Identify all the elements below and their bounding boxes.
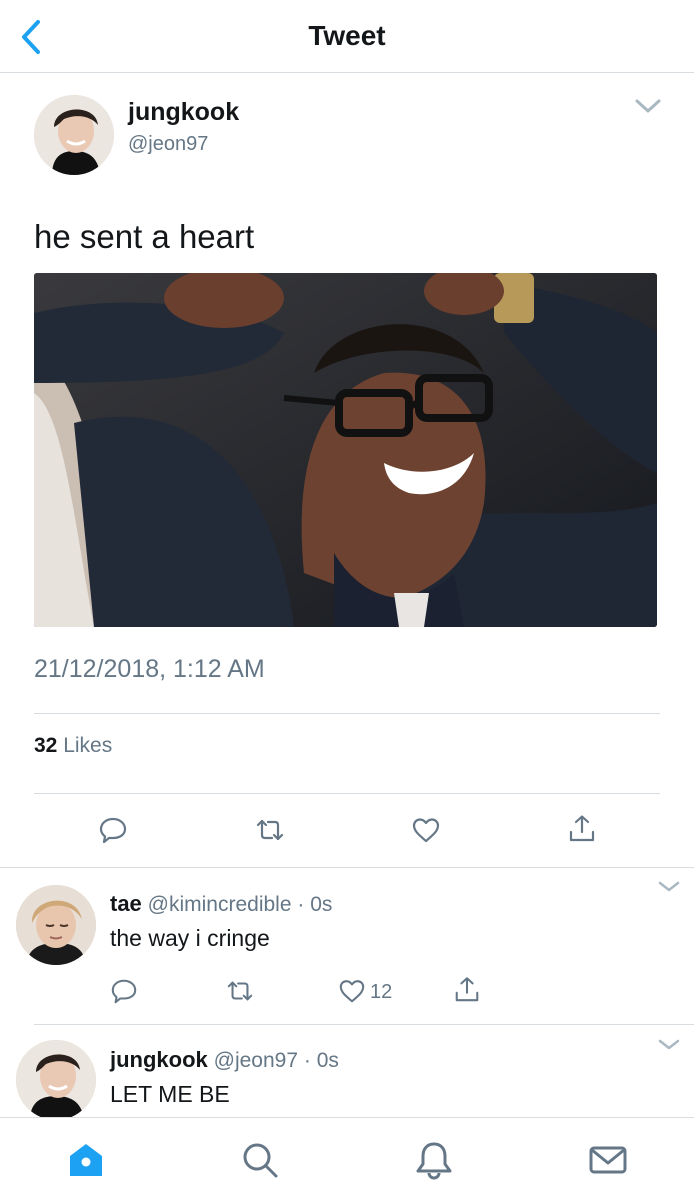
- reply-author-handle[interactable]: @jeon97: [214, 1049, 298, 1072]
- reply-header: jungkook @jeon97 · 0s: [110, 1047, 339, 1073]
- share-icon[interactable]: [453, 975, 481, 1003]
- divider: [34, 1024, 694, 1025]
- author-handle[interactable]: @jeon97: [128, 133, 208, 156]
- reply-author-name[interactable]: tae: [110, 891, 142, 916]
- divider: [0, 867, 694, 868]
- home-icon[interactable]: [66, 1140, 106, 1180]
- separator-dot: ·: [303, 1049, 311, 1072]
- like-count: 12: [370, 981, 393, 1003]
- reply-author-handle[interactable]: @kimincredible: [148, 893, 292, 916]
- page-title: Tweet: [308, 20, 386, 51]
- likes-label: Likes: [63, 734, 113, 757]
- reply-header: tae @kimincredible · 0s: [110, 891, 332, 917]
- bottom-tab-bar: [0, 1117, 694, 1201]
- reply-icon[interactable]: [98, 815, 128, 845]
- reply-time: 0s: [316, 1049, 339, 1072]
- heart-icon[interactable]: [411, 815, 441, 845]
- reply-text: LET ME BE: [110, 1081, 230, 1107]
- separator-dot: ·: [297, 893, 305, 916]
- mail-icon[interactable]: [588, 1140, 628, 1180]
- reply-icon[interactable]: [110, 977, 138, 1005]
- top-bar: Tweet: [0, 0, 694, 73]
- avatar[interactable]: [34, 95, 114, 175]
- author-name[interactable]: jungkook: [128, 98, 239, 127]
- likes-count: 32: [34, 734, 58, 757]
- retweet-icon[interactable]: [255, 815, 285, 845]
- bell-icon[interactable]: [414, 1140, 454, 1180]
- share-icon[interactable]: [567, 813, 597, 843]
- avatar[interactable]: [16, 885, 96, 965]
- heart-icon[interactable]: [338, 977, 366, 1005]
- divider: [34, 793, 660, 794]
- search-icon[interactable]: [240, 1140, 280, 1180]
- reply-time: 0s: [310, 893, 333, 916]
- reply-author-name[interactable]: jungkook: [110, 1047, 208, 1072]
- likes-stat[interactable]: 32 Likes: [34, 734, 112, 758]
- chevron-down-icon[interactable]: [634, 97, 662, 115]
- avatar[interactable]: [16, 1040, 96, 1120]
- retweet-icon[interactable]: [226, 977, 254, 1005]
- tweet-text: he sent a heart: [34, 218, 255, 255]
- chevron-down-icon[interactable]: [657, 880, 681, 894]
- reply-text: the way i cringe: [110, 925, 270, 951]
- tweet-photo[interactable]: [34, 273, 657, 627]
- chevron-down-icon[interactable]: [657, 1038, 681, 1052]
- divider: [34, 713, 660, 714]
- tweet-timestamp: 21/12/2018, 1:12 AM: [34, 655, 265, 683]
